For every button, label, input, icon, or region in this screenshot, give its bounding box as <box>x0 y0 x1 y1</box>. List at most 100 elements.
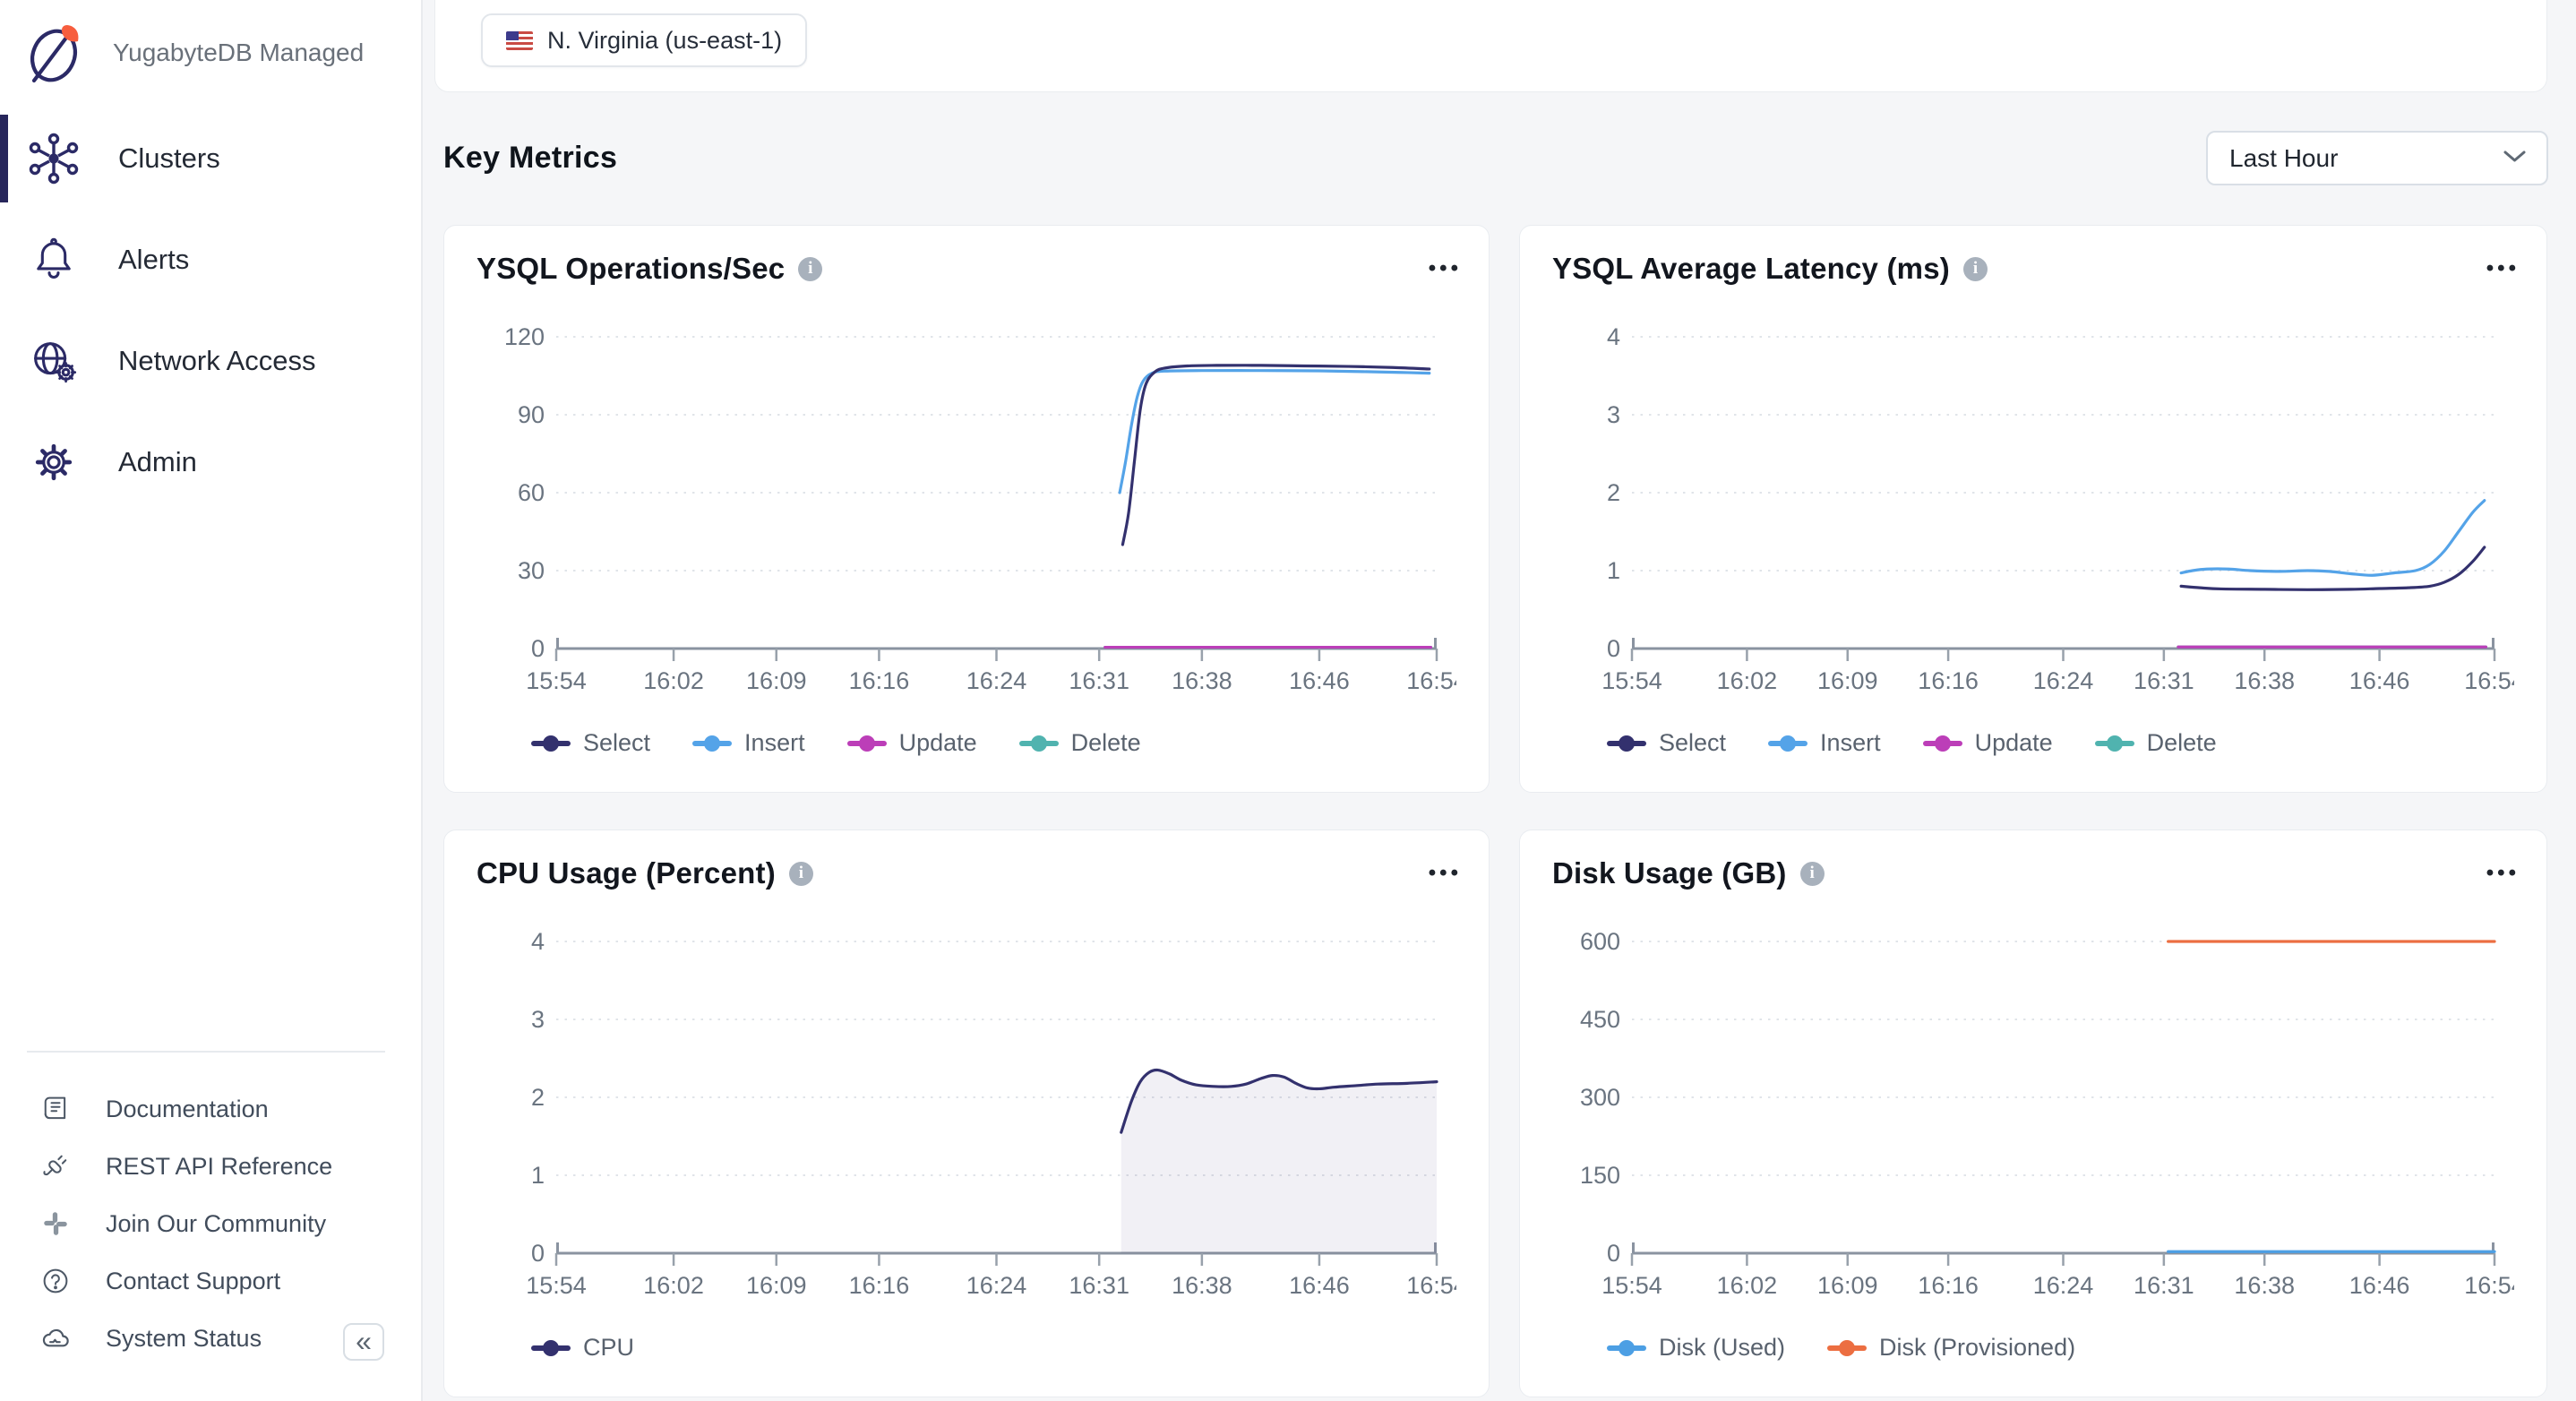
svg-text:16:16: 16:16 <box>849 667 910 694</box>
sidebar-item-label: Clusters <box>118 142 220 175</box>
sidebar-item-community[interactable]: Join Our Community <box>0 1195 423 1252</box>
legend-label: Select <box>1659 729 1726 757</box>
legend-label: Insert <box>1820 729 1881 757</box>
svg-text:16:31: 16:31 <box>1069 1272 1129 1299</box>
chart-title: YSQL Operations/Sec <box>477 252 785 286</box>
legend-item[interactable]: Select <box>530 729 650 757</box>
info-icon[interactable]: i <box>789 862 813 886</box>
legend-label: Disk (Used) <box>1659 1334 1785 1362</box>
legend-item[interactable]: Disk (Provisioned) <box>1826 1334 2075 1362</box>
svg-text:30: 30 <box>518 557 545 584</box>
svg-text:1: 1 <box>1607 557 1620 584</box>
legend-label: Update <box>1975 729 2053 757</box>
sidebar-item-rest-api[interactable]: REST API Reference <box>0 1138 423 1195</box>
svg-text:16:38: 16:38 <box>2234 667 2295 694</box>
svg-text:16:54: 16:54 <box>1406 1272 1456 1299</box>
svg-text:16:46: 16:46 <box>2349 667 2410 694</box>
svg-text:0: 0 <box>1607 635 1620 662</box>
legend-marker-icon <box>1606 735 1647 752</box>
chevron-down-icon <box>2503 149 2527 168</box>
legend-item[interactable]: Delete <box>2094 729 2217 757</box>
cluster-summary-panel: N. Virginia (us-east-1) <box>434 0 2547 92</box>
sidebar-item-alerts[interactable]: Alerts <box>0 209 421 310</box>
time-range-select[interactable]: Last Hour <box>2206 131 2548 185</box>
sidebar-item-documentation[interactable]: Documentation <box>0 1080 423 1138</box>
svg-text:16:16: 16:16 <box>849 1272 910 1299</box>
legend-item[interactable]: CPU <box>530 1334 634 1362</box>
svg-text:15:54: 15:54 <box>1601 667 1662 694</box>
legend-item[interactable]: Update <box>846 729 977 757</box>
svg-text:16:02: 16:02 <box>1717 667 1778 694</box>
cloud-status-icon <box>36 1321 75 1355</box>
slack-icon <box>36 1208 75 1239</box>
us-flag-icon <box>506 31 533 50</box>
legend-item[interactable]: Disk (Used) <box>1606 1334 1785 1362</box>
line-chart: 030609012015:5416:0216:0916:1616:2416:31… <box>477 324 1456 700</box>
svg-text:16:46: 16:46 <box>1289 1272 1350 1299</box>
legend-marker-icon <box>530 1339 571 1357</box>
sidebar-collapse-button[interactable]: « <box>343 1323 384 1361</box>
svg-text:4: 4 <box>531 929 545 955</box>
legend-label: Select <box>583 729 650 757</box>
area-chart: 0123415:5416:0216:0916:1616:2416:3116:38… <box>477 929 1456 1305</box>
svg-text:16:46: 16:46 <box>1289 667 1350 694</box>
svg-text:16:16: 16:16 <box>1918 1272 1979 1299</box>
svg-text:60: 60 <box>518 479 545 506</box>
legend-item[interactable]: Insert <box>691 729 805 757</box>
info-icon[interactable]: i <box>798 257 822 281</box>
svg-text:16:54: 16:54 <box>1406 667 1456 694</box>
svg-text:450: 450 <box>1580 1006 1620 1033</box>
legend-item[interactable]: Update <box>1922 729 2053 757</box>
sidebar-item-label: Contact Support <box>106 1268 280 1295</box>
globe-gear-icon <box>25 333 82 389</box>
svg-text:600: 600 <box>1580 929 1620 955</box>
svg-text:16:09: 16:09 <box>1817 1272 1878 1299</box>
chart-legend: Disk (Used) Disk (Provisioned) <box>1606 1334 2075 1362</box>
brand-logo[interactable]: YugabyteDB Managed <box>0 0 421 93</box>
legend-item[interactable]: Delete <box>1018 729 1141 757</box>
svg-text:16:09: 16:09 <box>746 667 807 694</box>
info-icon[interactable]: i <box>1963 257 1988 281</box>
info-icon[interactable]: i <box>1800 862 1825 886</box>
legend-label: Insert <box>744 729 805 757</box>
ellipsis-menu-icon[interactable]: ••• <box>2486 256 2520 281</box>
ellipsis-menu-icon[interactable]: ••• <box>2486 861 2520 886</box>
svg-text:3: 3 <box>531 1006 545 1033</box>
sidebar-item-network-access[interactable]: Network Access <box>0 310 421 411</box>
line-chart: 015030045060015:5416:0216:0916:1616:2416… <box>1552 929 2514 1305</box>
svg-text:15:54: 15:54 <box>526 667 587 694</box>
book-icon <box>36 1093 75 1125</box>
svg-text:150: 150 <box>1580 1162 1620 1189</box>
metric-card-ysql-latency: YSQL Average Latency (ms) i ••• 0123415:… <box>1519 225 2547 793</box>
region-chip[interactable]: N. Virginia (us-east-1) <box>481 13 807 67</box>
active-indicator <box>0 115 8 202</box>
legend-marker-icon <box>1826 1339 1868 1357</box>
svg-text:90: 90 <box>518 401 545 428</box>
legend-marker-icon <box>1606 1339 1647 1357</box>
svg-text:16:54: 16:54 <box>2464 1272 2514 1299</box>
gear-icon <box>25 435 82 489</box>
sidebar-item-label: Admin <box>118 446 197 478</box>
svg-text:16:31: 16:31 <box>1069 667 1129 694</box>
svg-text:16:02: 16:02 <box>1717 1272 1778 1299</box>
svg-text:2: 2 <box>1607 479 1620 506</box>
yugabyte-logo-icon <box>16 15 91 90</box>
chart-title: YSQL Average Latency (ms) <box>1552 252 1950 286</box>
ellipsis-menu-icon[interactable]: ••• <box>1429 861 1462 886</box>
chart-title: Disk Usage (GB) <box>1552 856 1787 890</box>
legend-item[interactable]: Select <box>1606 729 1726 757</box>
sidebar-item-label: REST API Reference <box>106 1153 332 1181</box>
ellipsis-menu-icon[interactable]: ••• <box>1429 256 1462 281</box>
chart-legend: CPU <box>530 1334 634 1362</box>
sidebar-item-admin[interactable]: Admin <box>0 411 421 512</box>
svg-text:16:24: 16:24 <box>2033 667 2094 694</box>
legend-item[interactable]: Insert <box>1767 729 1881 757</box>
svg-text:16:02: 16:02 <box>643 1272 704 1299</box>
metric-card-ysql-operations: YSQL Operations/Sec i ••• 030609012015:5… <box>443 225 1490 793</box>
sidebar-item-clusters[interactable]: Clusters <box>0 107 421 209</box>
legend-label: Delete <box>1071 729 1141 757</box>
svg-text:16:38: 16:38 <box>1172 667 1232 694</box>
svg-text:4: 4 <box>1607 324 1620 350</box>
sidebar-item-contact-support[interactable]: Contact Support <box>0 1252 423 1310</box>
legend-label: Update <box>899 729 977 757</box>
